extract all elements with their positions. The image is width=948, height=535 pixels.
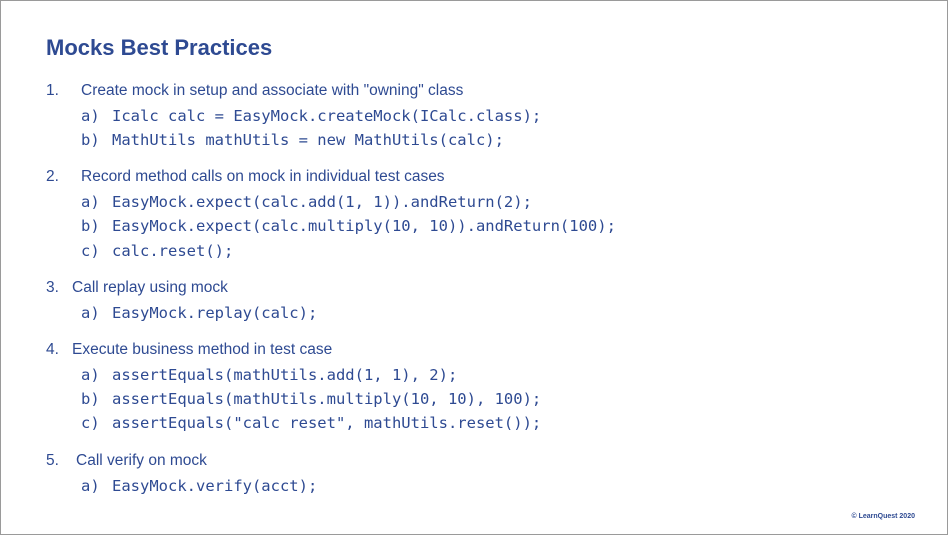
item-4-sub-a-letter: a) (81, 366, 100, 384)
slide-title: Mocks Best Practices (46, 35, 273, 60)
slide: Mocks Best Practices 1. Create mock in s… (0, 0, 948, 535)
item-1-text: Create mock in setup and associate with … (81, 82, 464, 99)
item-3-sub-a-code: EasyMock.replay(calc); (112, 304, 318, 322)
item-5-number: 5. (46, 452, 59, 469)
item-3-number: 3. (46, 279, 59, 296)
item-1-sub-b-letter: b) (81, 131, 100, 149)
item-4-text: Execute business method in test case (72, 341, 333, 358)
item-5-text: Call verify on mock (76, 452, 207, 469)
item-4-sub-a-code: assertEquals(mathUtils.add(1, 1), 2); (112, 366, 458, 384)
item-4-sub-b-letter: b) (81, 390, 100, 408)
item-5-sub-a-code: EasyMock.verify(acct); (112, 477, 318, 495)
item-4-number: 4. (46, 341, 59, 358)
item-2-sub-a-code: EasyMock.expect(calc.add(1, 1)).andRetur… (112, 193, 532, 211)
item-1-number: 1. (46, 82, 59, 99)
item-4-sub-b-code: assertEquals(mathUtils.multiply(10, 10),… (112, 390, 542, 408)
copyright-footer: © LearnQuest 2020 (851, 513, 915, 520)
item-4-sub-c-code: assertEquals("calc reset", mathUtils.res… (112, 414, 542, 432)
item-2-sub-c-letter: c) (81, 242, 100, 260)
item-3-sub-a-letter: a) (81, 304, 100, 322)
item-4-sub-c-letter: c) (81, 414, 100, 432)
item-1-sub-a-letter: a) (81, 107, 100, 125)
item-3-text: Call replay using mock (72, 279, 228, 296)
item-5-sub-a-letter: a) (81, 477, 100, 495)
item-2-sub-b-code: EasyMock.expect(calc.multiply(10, 10)).a… (112, 217, 616, 235)
item-2-text: Record method calls on mock in individua… (81, 168, 445, 185)
item-1-sub-b-code: MathUtils mathUtils = new MathUtils(calc… (112, 131, 504, 149)
item-2-sub-a-letter: a) (81, 193, 100, 211)
item-2-sub-c-code: calc.reset(); (112, 242, 234, 260)
item-1-sub-a-code: Icalc calc = EasyMock.createMock(ICalc.c… (112, 107, 542, 125)
item-2-number: 2. (46, 168, 59, 185)
item-2-sub-b-letter: b) (81, 217, 100, 235)
